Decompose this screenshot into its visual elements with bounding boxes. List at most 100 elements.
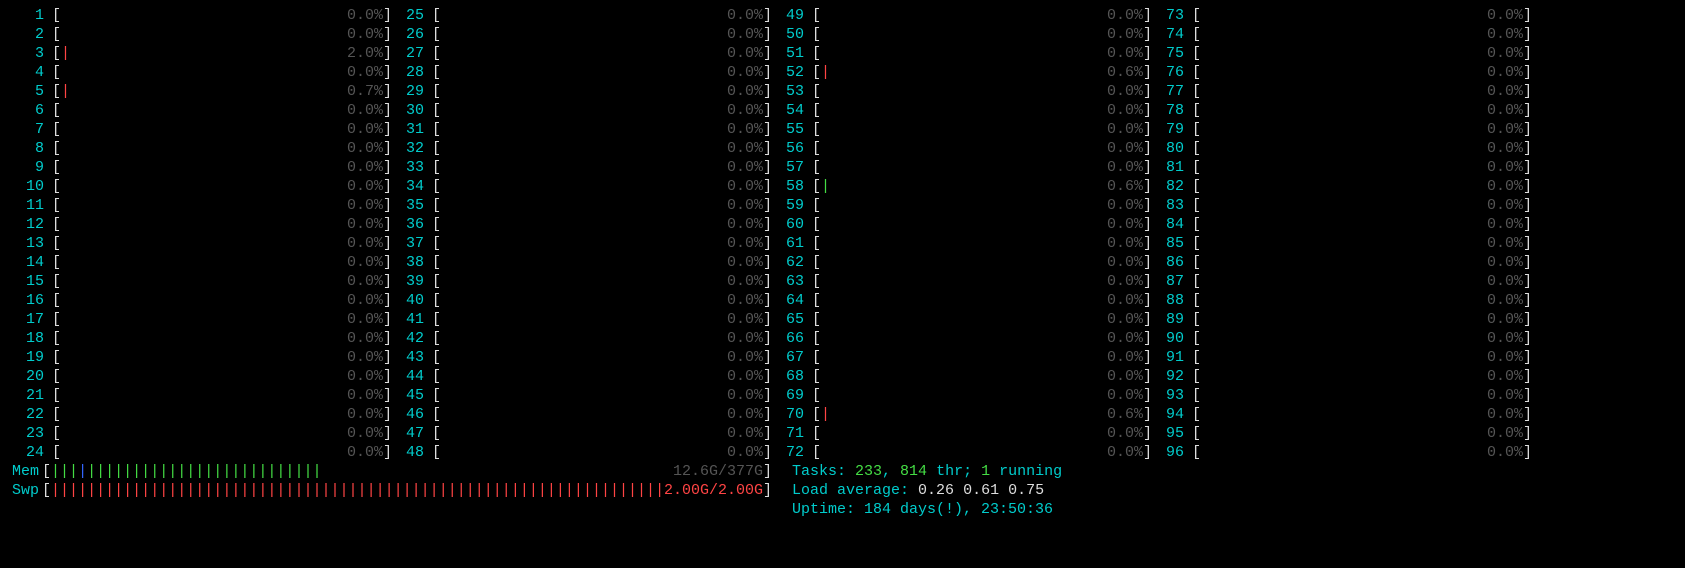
cpu-meter: 58 [|0.6%] — [772, 177, 1152, 196]
cpu-number: 36 — [392, 215, 424, 234]
cpu-pct: 0.0% — [713, 215, 763, 234]
cpu-pct: 0.0% — [333, 424, 383, 443]
cpu-meter: 65 [0.0%] — [772, 310, 1152, 329]
load-line: Load average: 0.26 0.61 0.75 — [792, 481, 1062, 500]
cpu-number: 58 — [772, 177, 804, 196]
cpu-pct: 0.0% — [333, 405, 383, 424]
cpu-meter: 79 [0.0%] — [1152, 120, 1532, 139]
cpu-meter: 10 [0.0%] — [12, 177, 392, 196]
cpu-meter: 28 [0.0%] — [392, 63, 772, 82]
cpu-pct: 0.0% — [333, 253, 383, 272]
cpu-meter: 45 [0.0%] — [392, 386, 772, 405]
cpu-meter: 21 [0.0%] — [12, 386, 392, 405]
cpu-meter: 61 [0.0%] — [772, 234, 1152, 253]
cpu-number: 5 — [12, 82, 44, 101]
cpu-meter: 91 [0.0%] — [1152, 348, 1532, 367]
cpu-meter: 23 [0.0%] — [12, 424, 392, 443]
cpu-number: 43 — [392, 348, 424, 367]
cpu-pct: 0.0% — [713, 424, 763, 443]
cpu-number: 37 — [392, 234, 424, 253]
cpu-meter: 11 [0.0%] — [12, 196, 392, 215]
cpu-number: 81 — [1152, 158, 1184, 177]
cpu-meter: 78 [0.0%] — [1152, 101, 1532, 120]
cpu-meter: 68 [0.0%] — [772, 367, 1152, 386]
cpu-bar-fill: | — [821, 178, 830, 195]
cpu-number: 80 — [1152, 139, 1184, 158]
cpu-pct: 0.0% — [1093, 6, 1143, 25]
cpu-number: 69 — [772, 386, 804, 405]
cpu-number: 25 — [392, 6, 424, 25]
cpu-meter: 38 [0.0%] — [392, 253, 772, 272]
cpu-meter: 95 [0.0%] — [1152, 424, 1532, 443]
cpu-number: 20 — [12, 367, 44, 386]
cpu-column: 1 [0.0%]2 [0.0%]3 [|2.0%]4 [0.0%]5 [|0.7… — [12, 6, 392, 462]
cpu-meter: 83 [0.0%] — [1152, 196, 1532, 215]
cpu-number: 77 — [1152, 82, 1184, 101]
cpu-meter: 66 [0.0%] — [772, 329, 1152, 348]
cpu-number: 75 — [1152, 44, 1184, 63]
cpu-number: 1 — [12, 6, 44, 25]
cpu-meter: 31 [0.0%] — [392, 120, 772, 139]
cpu-meter: 12 [0.0%] — [12, 215, 392, 234]
cpu-meter: 24 [0.0%] — [12, 443, 392, 462]
cpu-pct: 0.0% — [1093, 196, 1143, 215]
cpu-meter: 85 [0.0%] — [1152, 234, 1532, 253]
cpu-number: 33 — [392, 158, 424, 177]
cpu-pct: 0.0% — [1473, 234, 1523, 253]
cpu-meter: 46 [0.0%] — [392, 405, 772, 424]
cpu-number: 56 — [772, 139, 804, 158]
cpu-number: 88 — [1152, 291, 1184, 310]
cpu-meter: 67 [0.0%] — [772, 348, 1152, 367]
cpu-pct: 2.0% — [333, 44, 383, 63]
cpu-number: 23 — [12, 424, 44, 443]
cpu-number: 32 — [392, 139, 424, 158]
cpu-pct: 0.6% — [1093, 177, 1143, 196]
cpu-pct: 0.0% — [713, 120, 763, 139]
cpu-number: 27 — [392, 44, 424, 63]
cpu-number: 21 — [12, 386, 44, 405]
cpu-number: 59 — [772, 196, 804, 215]
cpu-number: 34 — [392, 177, 424, 196]
cpu-number: 10 — [12, 177, 44, 196]
cpu-meter: 50 [0.0%] — [772, 25, 1152, 44]
cpu-pct: 0.0% — [333, 215, 383, 234]
uptime-line: Uptime: 184 days(!), 23:50:36 — [792, 500, 1062, 519]
cpu-number: 64 — [772, 291, 804, 310]
cpu-number: 29 — [392, 82, 424, 101]
cpu-pct: 0.0% — [1473, 139, 1523, 158]
cpu-number: 45 — [392, 386, 424, 405]
cpu-number: 79 — [1152, 120, 1184, 139]
cpu-pct: 0.0% — [713, 310, 763, 329]
cpu-pct: 0.0% — [713, 405, 763, 424]
cpu-pct: 0.0% — [1093, 158, 1143, 177]
cpu-meter: 39 [0.0%] — [392, 272, 772, 291]
cpu-number: 42 — [392, 329, 424, 348]
cpu-pct: 0.0% — [1093, 234, 1143, 253]
cpu-pct: 0.0% — [1473, 348, 1523, 367]
cpu-meter: 36 [0.0%] — [392, 215, 772, 234]
cpu-number: 62 — [772, 253, 804, 272]
cpu-meter: 81 [0.0%] — [1152, 158, 1532, 177]
cpu-number: 94 — [1152, 405, 1184, 424]
cpu-number: 76 — [1152, 63, 1184, 82]
cpu-pct: 0.0% — [1473, 310, 1523, 329]
cpu-number: 9 — [12, 158, 44, 177]
cpu-meter: 51 [0.0%] — [772, 44, 1152, 63]
cpu-number: 39 — [392, 272, 424, 291]
cpu-pct: 0.0% — [1473, 196, 1523, 215]
cpu-number: 35 — [392, 196, 424, 215]
cpu-meter: 55 [0.0%] — [772, 120, 1152, 139]
cpu-meter: 53 [0.0%] — [772, 82, 1152, 101]
cpu-number: 47 — [392, 424, 424, 443]
cpu-number: 85 — [1152, 234, 1184, 253]
cpu-pct: 0.0% — [713, 443, 763, 462]
cpu-column: 49 [0.0%]50 [0.0%]51 [0.0%]52 [|0.6%]53 … — [772, 6, 1152, 462]
cpu-number: 91 — [1152, 348, 1184, 367]
cpu-number: 3 — [12, 44, 44, 63]
cpu-meter: 93 [0.0%] — [1152, 386, 1532, 405]
cpu-meter: 26 [0.0%] — [392, 25, 772, 44]
cpu-meter: 6 [0.0%] — [12, 101, 392, 120]
cpu-meter: 74 [0.0%] — [1152, 25, 1532, 44]
cpu-number: 6 — [12, 101, 44, 120]
cpu-meter: 18 [0.0%] — [12, 329, 392, 348]
